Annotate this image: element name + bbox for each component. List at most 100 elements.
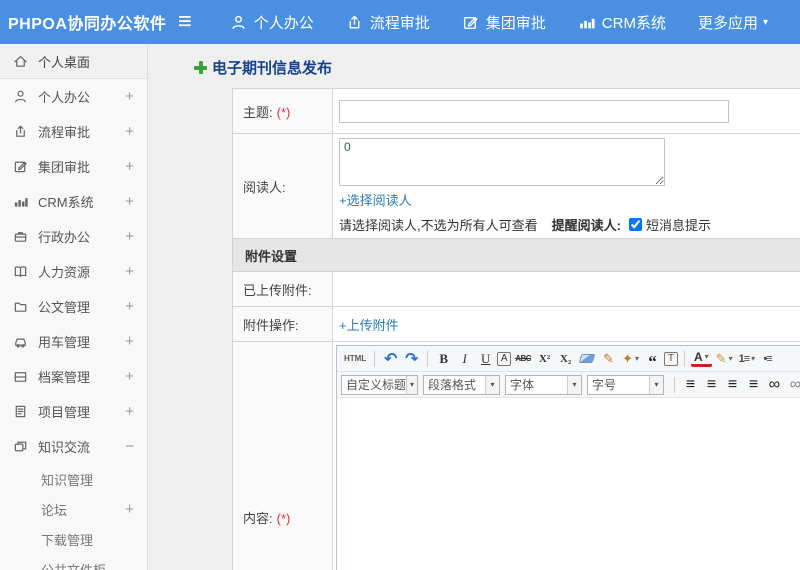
nav-more-apps[interactable]: 更多应用 ▾ — [698, 12, 768, 33]
redo-icon[interactable]: ↷ — [402, 349, 421, 369]
sidebar-item-workflow-approval[interactable]: 流程审批 + — [0, 114, 147, 149]
sidebar-subitem-forum[interactable]: 论坛 + — [0, 494, 147, 524]
page-title-row: 电子期刊信息发布 — [148, 44, 800, 78]
expand-toggle-icon[interactable]: + — [125, 263, 134, 280]
sidebar-item-document-management[interactable]: 公文管理 + — [0, 289, 147, 324]
archive-icon — [13, 369, 28, 384]
caret-down-icon: ▾ — [406, 375, 417, 394]
underline-icon[interactable]: U — [476, 349, 495, 369]
expand-toggle-icon[interactable]: + — [125, 228, 134, 245]
sidebar-item-human-resources[interactable]: 人力资源 + — [0, 254, 147, 289]
html-source-button[interactable]: HTML — [342, 349, 368, 369]
nav-crm-system[interactable]: CRM系统 — [578, 12, 666, 33]
flow-icon — [13, 124, 28, 139]
expand-toggle-icon[interactable]: + — [125, 333, 134, 350]
sidebar-subitem-download-management[interactable]: 下载管理 — [0, 524, 147, 554]
heading-select[interactable]: 自定义标题 ▾ — [341, 374, 418, 395]
sidebar-item-group-approval[interactable]: 集团审批 + — [0, 149, 147, 184]
caret-down-icon: ▾ — [751, 354, 755, 363]
align-right-icon[interactable]: ≡ — [723, 375, 742, 395]
font-style-icon[interactable]: A — [497, 351, 512, 366]
blockquote-icon[interactable]: “ — [643, 349, 662, 370]
sidebar-subitem-label: 知识管理 — [41, 472, 94, 488]
subject-input[interactable] — [339, 99, 729, 123]
unordered-list-icon[interactable]: •≡ — [758, 349, 777, 369]
unlink-icon[interactable]: ∞ — [786, 375, 800, 395]
attachment-section-header: 附件设置 — [232, 238, 800, 272]
required-mark: (*) — [276, 104, 291, 120]
sidebar-item-label: 人力资源 — [38, 265, 91, 280]
italic-icon[interactable]: I — [455, 349, 474, 369]
expand-toggle-icon[interactable]: + — [125, 501, 134, 518]
sidebar-item-label: 个人办公 — [38, 90, 91, 105]
sidebar-item-label: 档案管理 — [38, 370, 91, 385]
sidebar-item-label: 用车管理 — [38, 335, 91, 350]
sidebar-subitem-label: 公共文件柜 — [41, 562, 107, 570]
font-family-select[interactable]: 字体 ▾ — [505, 374, 582, 395]
sidebar-item-crm-system[interactable]: CRM系统 + — [0, 184, 147, 219]
hamburger-menu-icon[interactable]: ≡ — [178, 10, 192, 34]
highlight-icon[interactable]: ✎ ▾ — [714, 349, 735, 369]
expand-toggle-icon[interactable]: + — [125, 193, 134, 210]
nav-item-label: 集团审批 — [485, 14, 546, 32]
paragraph-select[interactable]: 段落格式 ▾ — [423, 374, 500, 395]
chart-icon — [578, 14, 595, 31]
link-icon[interactable]: ∞ — [765, 375, 784, 395]
sidebar-subitem-label: 论坛 — [41, 502, 68, 518]
main-content: 电子期刊信息发布 主题: (*) 阅读人: 0 +选择阅读人 请选择阅读人,不选为… — [148, 44, 800, 570]
sidebar-item-label: 行政办公 — [38, 230, 91, 245]
select-readers-link[interactable]: +选择阅读人 — [339, 193, 412, 208]
sidebar-subitem-knowledge-management[interactable]: 知识管理 — [0, 464, 147, 494]
subscript-icon[interactable]: X₂ — [556, 349, 575, 369]
folder-icon — [13, 299, 28, 314]
sidebar-item-archive-management[interactable]: 档案管理 + — [0, 359, 147, 394]
ordered-list-icon[interactable]: 1≡ ▾ — [737, 349, 757, 369]
align-center-icon[interactable]: ≡ — [702, 375, 721, 395]
sidebar-item-personal-desktop[interactable]: 个人桌面 — [0, 44, 147, 79]
expand-toggle-icon[interactable]: + — [125, 88, 134, 105]
sidebar-item-label: 个人桌面 — [38, 54, 91, 70]
expand-toggle-icon[interactable]: + — [125, 403, 134, 420]
readers-textarea[interactable]: 0 — [339, 138, 665, 186]
sidebar-item-vehicle-management[interactable]: 用车管理 + — [0, 324, 147, 359]
sidebar: 个人桌面 个人办公 + 流程审批 + 集团审批 + CRM系统 + 行政办公 + 人力资源 + 公文管理 +… — [0, 44, 148, 570]
attachment-operation-label: 附件操作: — [232, 306, 333, 342]
nav-item-label: 个人办公 — [253, 14, 314, 32]
nav-item-label: CRM系统 — [601, 14, 666, 32]
nav-group-approval[interactable]: 集团审批 — [462, 12, 546, 33]
undo-icon[interactable]: ↶ — [381, 349, 400, 369]
bold-icon[interactable]: B — [434, 349, 453, 369]
expand-toggle-icon[interactable]: + — [125, 123, 134, 140]
sidebar-item-knowledge-exchange[interactable]: 知识交流 − — [0, 429, 147, 464]
sms-remind-checkbox[interactable] — [628, 218, 642, 231]
sms-remind-label: 短消息提示 — [645, 218, 711, 233]
app-logo[interactable]: PHPOA协同办公软件 — [0, 10, 178, 34]
remove-format-icon[interactable] — [578, 354, 596, 363]
expand-toggle-icon[interactable]: + — [125, 298, 134, 315]
sidebar-subitem-public-file-cabinet[interactable]: 公共文件柜 — [0, 554, 147, 570]
strikethrough-icon[interactable]: ABC — [513, 349, 533, 369]
expand-toggle-icon[interactable]: − — [125, 438, 134, 455]
font-size-select[interactable]: 字号 ▾ — [587, 374, 664, 395]
superscript-icon[interactable]: X² — [535, 349, 554, 369]
paste-plain-icon[interactable]: T — [663, 351, 678, 366]
nav-personal-office[interactable]: 个人办公 — [230, 12, 314, 33]
caret-down-icon: ▾ — [762, 16, 768, 28]
required-mark-content: (*) — [276, 510, 291, 526]
page-title: 电子期刊信息发布 — [212, 60, 333, 77]
font-color-icon[interactable]: A ▾ — [690, 351, 712, 367]
nav-workflow-approval[interactable]: 流程审批 — [346, 12, 430, 33]
sidebar-item-admin-office[interactable]: 行政办公 + — [0, 219, 147, 254]
align-left-icon[interactable]: ≡ — [681, 375, 700, 395]
sidebar-item-personal-office[interactable]: 个人办公 + — [0, 79, 147, 114]
quick-format-icon[interactable]: ✎ — [599, 349, 618, 369]
upload-attachment-link[interactable]: +上传附件 — [339, 318, 399, 333]
insert-template-icon[interactable]: ✦ ▾ — [620, 349, 641, 369]
toolbar-separator — [427, 350, 429, 367]
sidebar-item-project-management[interactable]: 项目管理 + — [0, 394, 147, 429]
expand-toggle-icon[interactable]: + — [125, 368, 134, 385]
align-justify-icon[interactable]: ≡ — [744, 375, 763, 395]
editor-content-area[interactable] — [337, 398, 800, 570]
select-label: 自定义标题 — [346, 378, 407, 392]
expand-toggle-icon[interactable]: + — [125, 158, 134, 175]
